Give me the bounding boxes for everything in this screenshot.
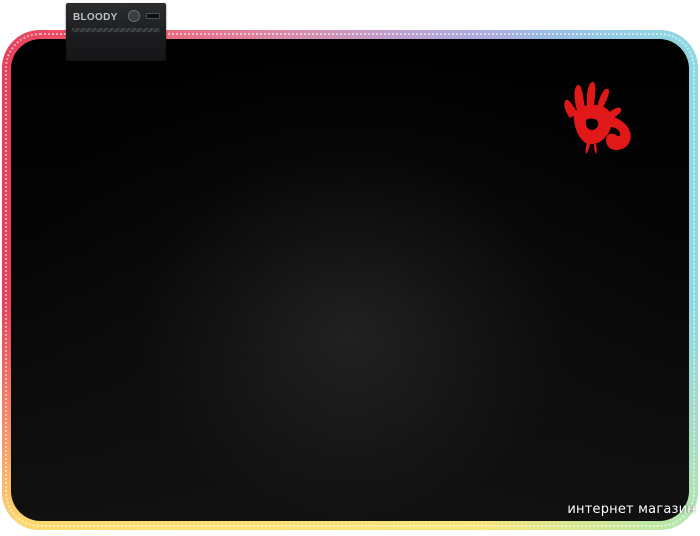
product-photo: BLOODY интернет магазин (0, 0, 700, 536)
usb-port-icon (146, 13, 160, 19)
bloody-hand-logo-icon (564, 82, 631, 154)
rgb-controller-box: BLOODY (66, 3, 166, 61)
controller-stripe (72, 28, 160, 32)
controller-brand-label: BLOODY (73, 12, 118, 23)
watermark-text: интернет магазин (567, 502, 696, 517)
power-button-icon (128, 10, 140, 22)
